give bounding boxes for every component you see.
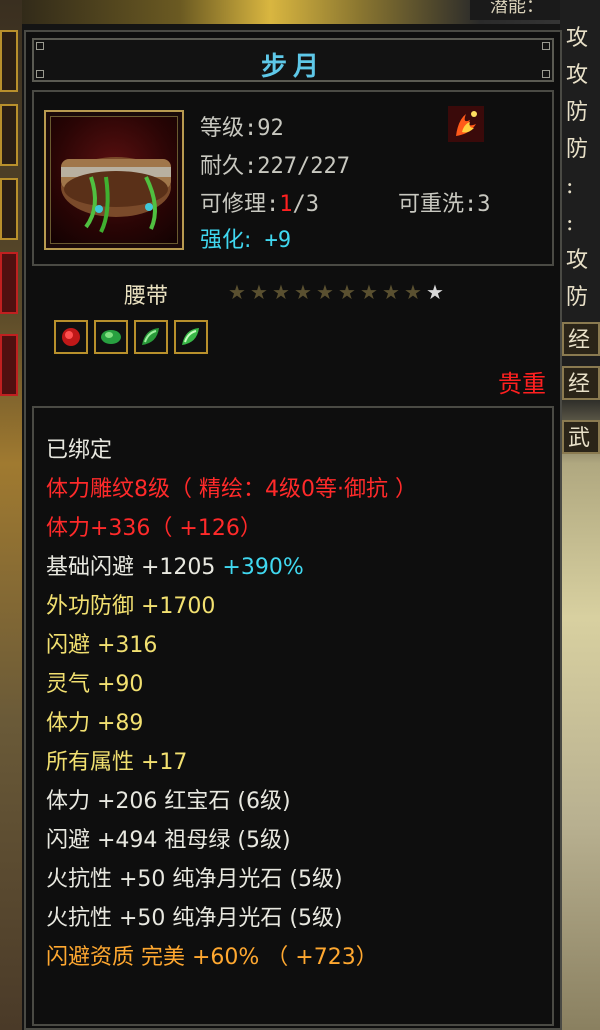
durability-label: 耐久 (200, 154, 245, 179)
moonstone-gem-attribute: 火抗性 +50 纯净月光石 (5级) (46, 867, 343, 892)
filled-star-icon: ★ (228, 280, 246, 304)
rewash-value: :3 (464, 192, 491, 217)
stamina-attribute: 体力+336（ +126） (46, 516, 262, 541)
filled-star-icon: ★ (272, 280, 290, 304)
attribute-list: 已绑定 体力雕纹8级（ 精绘：4级0等·御抗 ） 体力+336（ +126） 基… (32, 406, 554, 1026)
equipment-slot[interactable] (0, 252, 18, 314)
base-dodge-attribute: 基础闪避 +1205 +390% (46, 549, 304, 581)
filled-star-icon: ★ (294, 280, 312, 304)
moonstone-gem-attribute: 火抗性 +50 纯净月光石 (5级) (46, 906, 343, 931)
stamina-bonus-attribute: 体力 +89 (46, 711, 144, 736)
repair-row: 可修理:1/3 (200, 186, 319, 218)
bound-status: 已绑定 (46, 438, 113, 463)
item-type: 腰带 (124, 284, 169, 309)
experience-button[interactable]: 经 (562, 366, 600, 400)
stat-label: 攻 (566, 26, 589, 51)
stat-label: 防 (566, 137, 589, 162)
filled-star-icon: ★ (338, 280, 356, 304)
item-icon-frame (44, 110, 184, 250)
dodge-aptitude: 闪避资质 完美 +60% （ +723） (46, 945, 378, 970)
emerald-gem-icon (94, 320, 128, 354)
item-title: 步月 (260, 52, 325, 82)
stat-label: : (566, 211, 574, 236)
empty-star-icon: ★ (426, 280, 444, 304)
title-bar: 步月 (32, 38, 554, 82)
filled-star-icon: ★ (360, 280, 378, 304)
rarity-label: 贵重 (498, 370, 546, 398)
emerald-gem-icon (134, 320, 168, 354)
level-label: 等级 (200, 116, 245, 141)
item-header: 等级:92 耐久:227/227 可修理:1/3 可重洗:3 强化: +9 (32, 90, 554, 266)
carving-attribute: 体力雕纹8级（ 精绘：4级0等·御抗 ） (46, 477, 417, 502)
emerald-gem-icon (174, 320, 208, 354)
equipment-slot[interactable] (0, 30, 18, 92)
martial-button[interactable]: 武 (562, 420, 600, 454)
level-value: :92 (244, 116, 284, 141)
external-defense-attribute: 外功防御 +1700 (46, 594, 216, 619)
filled-star-icon: ★ (404, 280, 422, 304)
stat-label: 攻 (566, 248, 589, 273)
durability-value: :227/227 (244, 154, 350, 179)
rewash-row: 可重洗:3 (398, 186, 491, 218)
level-row: 等级:92 (200, 110, 284, 142)
item-tooltip: 步月 等级:92 耐久:227/227 可修理:1/3 可重洗:3 强化: +9… (24, 30, 562, 1030)
filled-star-icon: ★ (250, 280, 268, 304)
equipment-slot[interactable] (0, 334, 18, 396)
left-equipment-column (0, 0, 22, 1030)
spirit-attribute: 灵气 +90 (46, 672, 144, 697)
filled-star-icon: ★ (316, 280, 334, 304)
gem-sockets (54, 320, 214, 358)
stat-label: 防 (566, 285, 589, 310)
repair-colon: : (266, 192, 280, 217)
stat-label: : (566, 174, 574, 199)
stat-label: 攻 (566, 63, 589, 88)
durability-row: 耐久:227/227 (200, 148, 350, 180)
repair-current: 1 (279, 192, 293, 217)
repair-label: 可修理 (200, 192, 267, 217)
phoenix-icon (448, 106, 484, 142)
ruby-gem-attribute: 体力 +206 红宝石 (6级) (46, 789, 291, 814)
equipment-slot[interactable] (0, 104, 18, 166)
enhance-row: 强化: +9 (200, 222, 291, 254)
experience-button[interactable]: 经 (562, 322, 600, 356)
base-dodge-text: 基础闪避 +1205 (46, 555, 216, 580)
equipment-slot[interactable] (0, 178, 18, 240)
repair-max: /3 (292, 192, 320, 217)
item-type-row: 腰带 ★ ★ ★ ★ ★ ★ ★ ★ ★ ★ 贵重 (32, 268, 554, 398)
stat-label: 防 (566, 100, 589, 125)
emerald-gem-attribute: 闪避 +494 祖母绿 (5级) (46, 828, 291, 853)
ruby-gem-icon (54, 320, 88, 354)
all-attributes: 所有属性 +17 (46, 750, 188, 775)
stat-list: 攻 攻 防 防 : : 攻 防 (560, 20, 600, 316)
star-rating: ★ ★ ★ ★ ★ ★ ★ ★ ★ ★ (226, 280, 446, 304)
dodge-attribute: 闪避 +316 (46, 633, 158, 658)
belt-icon (50, 116, 178, 244)
filled-star-icon: ★ (382, 280, 400, 304)
rewash-label: 可重洗 (398, 192, 465, 217)
base-dodge-percent: +390% (222, 555, 304, 580)
enhance-value: +9 (264, 228, 292, 253)
enhance-label: 强化: (200, 228, 252, 253)
